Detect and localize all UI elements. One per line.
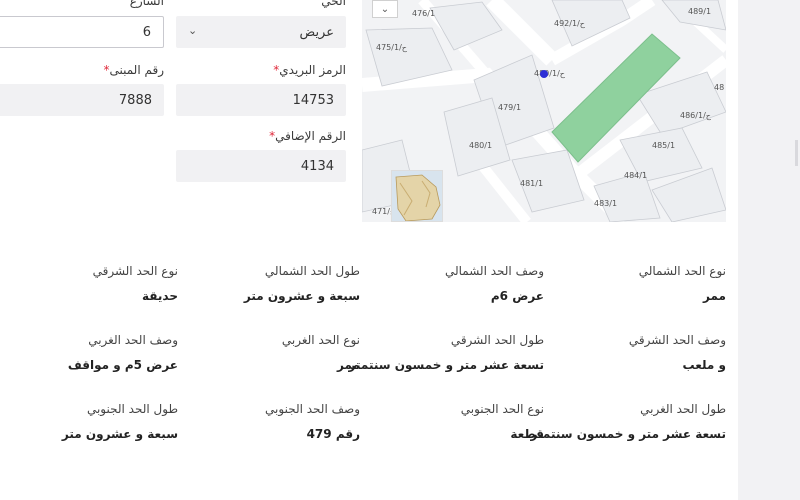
postal-code-input[interactable]: 14753	[176, 84, 346, 116]
additional-number-label: الرقم الإضافي*	[269, 129, 346, 143]
postal-code-label: الرمز البريدي*	[273, 63, 346, 77]
boundary-value: تسعة عشر متر و خمسون سنتمتر	[348, 358, 544, 372]
boundary-value: و ملعب	[682, 358, 726, 372]
map-collapse-button[interactable]: ⌄	[372, 0, 398, 18]
boundary-value: عرض 6م	[490, 289, 544, 303]
plot-label: 480/1	[469, 141, 492, 150]
boundary-value: رقم 479	[306, 427, 360, 441]
boundary-value: سبعة و عشرون متر	[61, 427, 178, 441]
saudi-map-thumbnail	[392, 171, 442, 221]
scroll-handle[interactable]	[795, 140, 798, 166]
boundary-value: ممر	[703, 289, 726, 303]
boundary-label: وصف الحد الغربي	[88, 333, 178, 347]
boundary-label: نوع الحد الغربي	[281, 333, 360, 347]
plot-label-selected: ح/480/1	[534, 69, 566, 78]
building-number-label: رقم المبنى*	[103, 63, 164, 77]
plot-label: 48	[714, 83, 724, 92]
parcel-map[interactable]: 476/1 ح/475/1 ح/492/1 489/1 ح/480/1 479/…	[362, 0, 726, 222]
boundary-value: عرض 5م و مواقف	[67, 358, 178, 372]
boundary-label: وصف الحد الجنوبي	[265, 402, 360, 416]
boundary-label: طول الحد الشمالي	[264, 264, 360, 278]
plot-label: 489/1	[688, 7, 711, 16]
overview-minimap[interactable]	[391, 170, 443, 222]
chevron-down-icon: ⌄	[380, 3, 390, 15]
plot-label: ح/492/1	[554, 19, 586, 28]
plot-label: 481/1	[520, 179, 543, 188]
building-number-input[interactable]: 7888	[0, 84, 164, 116]
additional-number-input[interactable]: 4134	[176, 150, 346, 182]
district-label: الحي	[321, 0, 346, 8]
boundary-value: ممر	[337, 358, 360, 372]
boundary-value: تسعة عشر متر و خمسون سنتمتر	[530, 427, 726, 441]
plot-label: ح/475/1	[376, 43, 408, 52]
boundary-value: سبعة و عشرون متر	[243, 289, 360, 303]
boundary-label: طول الحد الغربي	[640, 402, 726, 416]
plot-label: ح/486/1	[680, 111, 712, 120]
boundary-label: نوع الحد الشمالي	[638, 264, 726, 278]
chevron-down-icon: ⌄	[188, 24, 198, 37]
plot-label: 483/1	[594, 199, 617, 208]
street-label: الشارع	[129, 0, 164, 8]
right-panel-edge	[738, 0, 800, 500]
boundary-label: طول الحد الشرقي	[450, 333, 544, 347]
plot-label: 479/1	[498, 103, 521, 112]
boundary-value: حديقة	[142, 289, 178, 303]
boundary-label: وصف الحد الشمالي	[444, 264, 544, 278]
boundary-label: نوع الحد الجنوبي	[460, 402, 544, 416]
boundary-label: وصف الحد الشرقي	[628, 333, 726, 347]
district-select[interactable]: ⌄ عريض	[176, 16, 346, 48]
street-input[interactable]: 6	[0, 16, 164, 48]
plot-label: 476/1	[412, 9, 435, 18]
location-marker	[540, 70, 548, 78]
boundary-value: قطعة	[510, 427, 544, 441]
plot-label: 484/1	[624, 171, 647, 180]
boundary-label: نوع الحد الشرقي	[92, 264, 178, 278]
plot-label: 485/1	[652, 141, 675, 150]
boundary-label: طول الحد الجنوبي	[86, 402, 178, 416]
